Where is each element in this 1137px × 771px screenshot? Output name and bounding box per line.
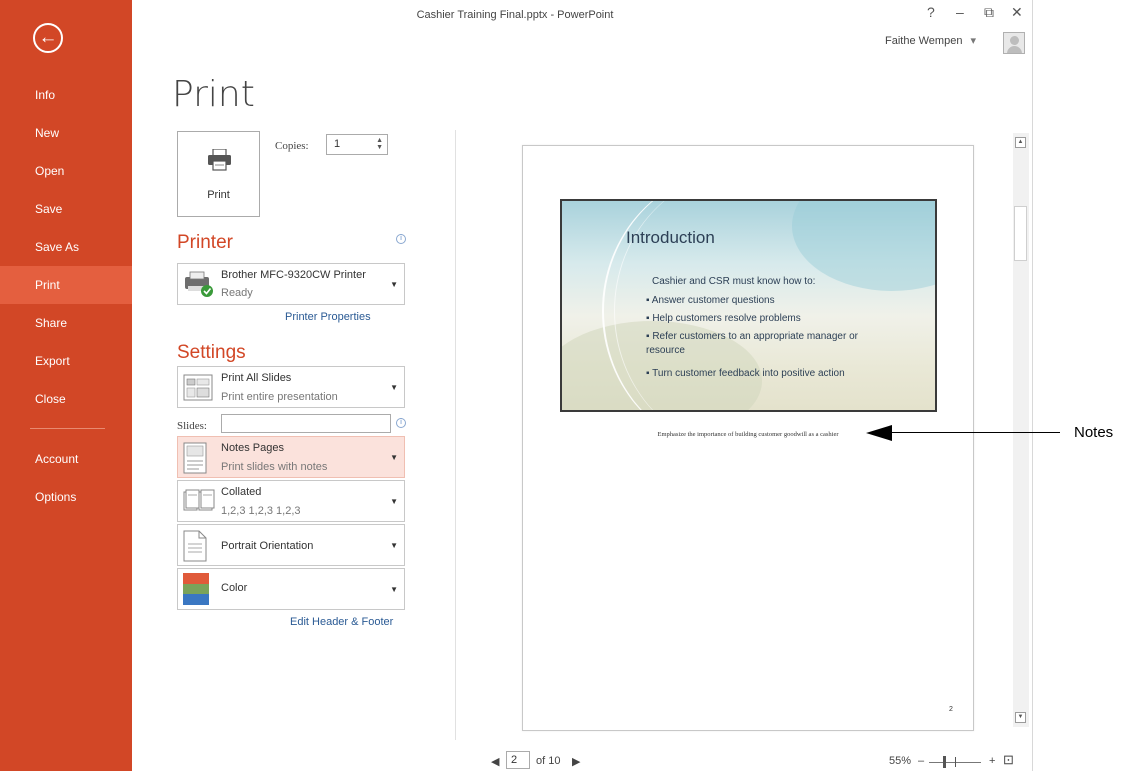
copies-stepper[interactable]: 1 ▲ ▼ bbox=[326, 134, 388, 155]
nav-save-as[interactable]: Save As bbox=[0, 228, 132, 266]
chevron-down-icon: ▼ bbox=[390, 497, 398, 506]
slide-bullet: ▪ Turn customer feedback into positive a… bbox=[646, 368, 845, 379]
nav-options[interactable]: Options bbox=[0, 478, 132, 516]
printer-dropdown[interactable]: Brother MFC-9320CW Printer Ready ▼ bbox=[177, 263, 405, 305]
nav-account[interactable]: Account bbox=[0, 440, 132, 478]
scroll-down-icon[interactable]: ▼ bbox=[1015, 712, 1026, 723]
slide-bullet: ▪ Answer customer questions bbox=[646, 295, 775, 306]
printer-heading: Printer bbox=[177, 232, 233, 253]
layout-dropdown[interactable]: Notes Pages Print slides with notes ▼ bbox=[177, 436, 405, 478]
chevron-down-icon: ▼ bbox=[390, 383, 398, 392]
preview-page-number: 2 bbox=[949, 706, 953, 713]
nav-save[interactable]: Save bbox=[0, 190, 132, 228]
scroll-thumb[interactable] bbox=[1014, 206, 1027, 261]
print-preview-page: Introduction Cashier and CSR must know h… bbox=[522, 145, 974, 731]
close-button[interactable]: ✕ bbox=[1011, 4, 1023, 21]
nav-print[interactable]: Print bbox=[0, 266, 132, 304]
chevron-down-icon: ▼ bbox=[390, 280, 398, 289]
page-number-input[interactable]: 2 bbox=[506, 751, 530, 769]
minimize-button[interactable]: – bbox=[956, 4, 964, 20]
prev-page-icon[interactable]: ◀ bbox=[491, 755, 499, 768]
print-what-title: Print All Slides bbox=[221, 372, 292, 384]
backstage-sidebar: ← Info New Open Save Save As Print Share… bbox=[0, 0, 132, 771]
window-title: Cashier Training Final.pptx - PowerPoint bbox=[416, 9, 614, 21]
next-page-icon[interactable]: ▶ bbox=[572, 755, 580, 768]
info-icon[interactable]: i bbox=[396, 418, 406, 428]
info-icon[interactable]: i bbox=[396, 234, 406, 244]
copies-label: Copies: bbox=[275, 140, 309, 152]
slides-input[interactable] bbox=[221, 414, 391, 433]
print-button[interactable]: Print bbox=[177, 131, 260, 217]
zoom-in-button[interactable]: + bbox=[989, 755, 995, 767]
spin-arrows-icon[interactable]: ▲ ▼ bbox=[376, 137, 383, 151]
portrait-page-icon bbox=[183, 530, 207, 562]
color-title: Color bbox=[221, 582, 248, 594]
slide-title: Introduction bbox=[626, 228, 715, 247]
nav-export[interactable]: Export bbox=[0, 342, 132, 380]
avatar[interactable] bbox=[1003, 32, 1025, 54]
powerpoint-window: ← Info New Open Save Save As Print Share… bbox=[0, 0, 1033, 771]
user-account[interactable]: Faithe Wempen ▾ bbox=[885, 34, 976, 47]
zoom-out-button[interactable]: – bbox=[918, 755, 924, 767]
collated-icon bbox=[183, 489, 215, 511]
collation-dropdown[interactable]: Collated 1,2,3 1,2,3 1,2,3 ▼ bbox=[177, 480, 405, 522]
notes-page-icon bbox=[183, 442, 207, 474]
chevron-down-icon: ▼ bbox=[390, 453, 398, 462]
callout-label: Notes bbox=[1074, 424, 1114, 441]
layout-title: Notes Pages bbox=[221, 442, 284, 454]
nav-share[interactable]: Share bbox=[0, 304, 132, 342]
nav-info[interactable]: Info bbox=[0, 76, 132, 114]
chevron-down-icon: ▼ bbox=[390, 585, 398, 594]
printer-icon bbox=[208, 149, 231, 171]
layout-subtitle: Print slides with notes bbox=[221, 461, 328, 473]
orientation-dropdown[interactable]: Portrait Orientation ▼ bbox=[177, 524, 405, 566]
printer-status: Ready bbox=[221, 287, 253, 299]
edit-header-footer-link[interactable]: Edit Header & Footer bbox=[290, 616, 393, 628]
printer-properties-link[interactable]: Printer Properties bbox=[285, 311, 371, 323]
print-what-dropdown[interactable]: Print All Slides Print entire presentati… bbox=[177, 366, 405, 408]
orientation-title: Portrait Orientation bbox=[221, 540, 314, 552]
chevron-down-icon: ▼ bbox=[390, 541, 398, 550]
nav-close[interactable]: Close bbox=[0, 380, 132, 418]
printer-ready-icon bbox=[185, 271, 213, 297]
color-dropdown[interactable]: Color ▼ bbox=[177, 568, 405, 610]
callout-line bbox=[890, 432, 1060, 433]
zoom-center-tick bbox=[955, 757, 956, 767]
page-count: of 10 bbox=[536, 755, 561, 767]
collation-subtitle: 1,2,3 1,2,3 1,2,3 bbox=[221, 505, 301, 517]
window-controls: ? – ⧉ ✕ bbox=[918, 4, 1028, 24]
slides-icon bbox=[183, 374, 213, 401]
settings-heading: Settings bbox=[177, 342, 246, 363]
page-title: Print bbox=[172, 74, 255, 115]
nav-open[interactable]: Open bbox=[0, 152, 132, 190]
help-icon[interactable]: ? bbox=[927, 4, 935, 20]
nav-new[interactable]: New bbox=[0, 114, 132, 152]
color-swatch-icon bbox=[183, 573, 209, 605]
scroll-up-icon[interactable]: ▲ bbox=[1015, 137, 1026, 148]
nav-divider bbox=[30, 428, 105, 429]
collation-title: Collated bbox=[221, 486, 262, 498]
current-page: 2 bbox=[511, 754, 518, 766]
zoom-level[interactable]: 55% bbox=[889, 755, 911, 767]
callout-arrowhead bbox=[866, 425, 892, 441]
preview-scrollbar[interactable]: ▲ ▼ bbox=[1013, 133, 1029, 727]
slide-bullet: ▪ Refer customers to an appropriate mana… bbox=[646, 331, 858, 356]
restore-button[interactable]: ⧉ bbox=[984, 4, 994, 21]
user-name: Faithe Wempen bbox=[885, 35, 963, 47]
print-what-subtitle: Print entire presentation bbox=[221, 391, 338, 403]
chevron-down-icon: ▾ bbox=[970, 35, 977, 47]
back-arrow-icon[interactable]: ← bbox=[33, 23, 63, 53]
slide-bullet: ▪ Help customers resolve problems bbox=[646, 313, 801, 324]
zoom-to-page-icon[interactable]: ⊡ bbox=[1003, 752, 1014, 768]
print-button-label: Print bbox=[207, 189, 230, 201]
pane-divider bbox=[455, 130, 456, 740]
copies-value: 1 bbox=[334, 138, 341, 150]
slides-label: Slides: bbox=[177, 420, 207, 432]
slide-subtitle: Cashier and CSR must know how to: bbox=[652, 276, 816, 287]
zoom-slider-thumb[interactable] bbox=[943, 756, 946, 768]
printer-name: Brother MFC-9320CW Printer bbox=[221, 269, 366, 281]
slide-thumbnail: Introduction Cashier and CSR must know h… bbox=[560, 199, 937, 412]
